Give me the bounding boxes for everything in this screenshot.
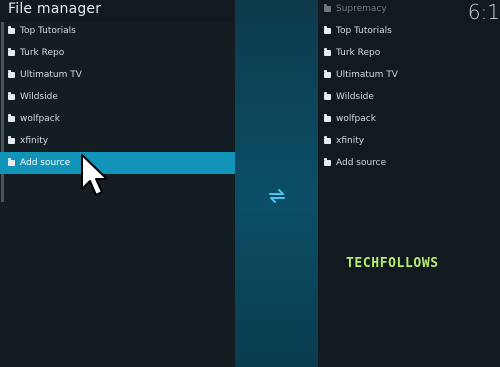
list-item-top-tutorials[interactable]: Top Tutorials <box>0 20 235 42</box>
folder-icon <box>8 114 15 122</box>
list-item-label: wolfpack <box>20 114 60 124</box>
list-item-label: Top Tutorials <box>20 26 76 36</box>
list-item-ultimatum-tv[interactable]: Ultimatum TV <box>0 64 235 86</box>
folder-icon <box>324 92 331 100</box>
swap-panes-icon[interactable] <box>266 185 288 207</box>
list-item-ultimatum-tv[interactable]: Ultimatum TV <box>318 64 500 86</box>
list-item-label: Turk Repo <box>20 48 65 58</box>
add-source-button[interactable]: Add source <box>0 152 235 174</box>
list-item-label: xfinity <box>20 136 49 146</box>
list-item-label: Ultimatum TV <box>20 70 82 80</box>
list-item-turk-repo[interactable]: Turk Repo <box>0 42 235 64</box>
list-item-wolfpack[interactable]: wolfpack <box>318 108 500 130</box>
left-source-list: Top Tutorials Turk Repo Ultimatum TV Wil… <box>0 20 235 174</box>
folder-icon <box>324 26 331 34</box>
window-title: File manager <box>8 1 102 17</box>
list-item-label: Top Tutorials <box>336 26 392 36</box>
list-item-supremacy[interactable]: Supremacy <box>318 0 500 20</box>
add-source-item[interactable]: Add source <box>318 152 500 174</box>
folder-icon <box>324 114 331 122</box>
folder-icon <box>324 70 331 78</box>
list-item-top-tutorials[interactable]: Top Tutorials <box>318 20 500 42</box>
folder-icon <box>324 158 331 166</box>
folder-icon <box>324 48 331 56</box>
folder-icon <box>324 136 331 144</box>
list-item-label: Wildside <box>336 92 374 102</box>
list-item-label: Add source <box>336 158 387 168</box>
folder-icon <box>8 48 15 56</box>
right-source-list: Supremacy Top Tutorials Turk Repo Ultima… <box>318 0 500 174</box>
list-item-label: xfinity <box>336 136 365 146</box>
list-item-wildside[interactable]: Wildside <box>0 86 235 108</box>
list-item-label: Turk Repo <box>336 48 381 58</box>
folder-icon <box>324 4 331 12</box>
list-item-label: Supremacy <box>336 4 387 14</box>
list-item-xfinity[interactable]: xfinity <box>0 130 235 152</box>
center-panel <box>235 0 318 367</box>
folder-icon <box>8 70 15 78</box>
folder-icon <box>8 92 15 100</box>
list-item-label: wolfpack <box>336 114 376 124</box>
folder-icon <box>8 158 15 166</box>
list-item-turk-repo[interactable]: Turk Repo <box>318 42 500 64</box>
list-item-label: Add source <box>20 158 71 168</box>
list-item-wolfpack[interactable]: wolfpack <box>0 108 235 130</box>
list-item-label: Wildside <box>20 92 58 102</box>
list-item-wildside[interactable]: Wildside <box>318 86 500 108</box>
list-item-xfinity[interactable]: xfinity <box>318 130 500 152</box>
folder-icon <box>8 26 15 34</box>
list-item-label: Ultimatum TV <box>336 70 398 80</box>
mouse-pointer-icon <box>81 154 108 196</box>
folder-icon <box>8 136 15 144</box>
watermark: TECHFOLLOWS <box>346 256 439 271</box>
